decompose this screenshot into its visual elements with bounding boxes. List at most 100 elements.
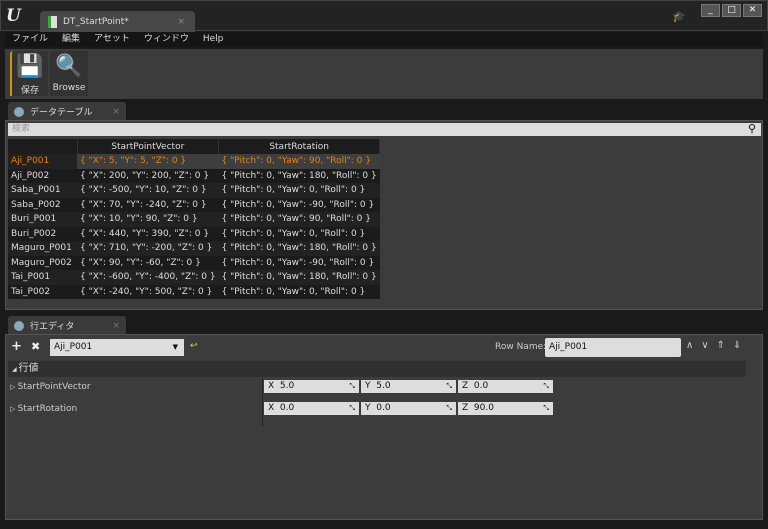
field-x[interactable]: X 0.0 ⤡ — [264, 402, 359, 415]
expand-icon[interactable]: ▷ — [10, 405, 18, 413]
start-rotation-cell: { "Pitch": 0, "Yaw": 0, "Roll": 0 } — [218, 183, 380, 198]
table-row[interactable]: Tai_P001{ "X": -600, "Y": -400, "Z": 0 }… — [8, 270, 380, 285]
column-header[interactable]: StartPointVector — [77, 139, 220, 154]
row-name-label: Row Name: — [495, 342, 547, 352]
row-select-dropdown[interactable]: Aji_P001 ▼ — [50, 339, 184, 356]
field-value: 0.0 — [376, 403, 391, 413]
info-icon — [14, 320, 24, 331]
move-up-icon[interactable]: ∧ — [686, 340, 693, 351]
row-name-cell: Buri_P002 — [8, 226, 77, 241]
data-table-icon — [48, 15, 57, 28]
reset-icon[interactable]: ↩ — [190, 341, 198, 351]
row-name-input[interactable]: Aji_P001 — [545, 338, 681, 357]
menu-edit[interactable]: 編集 — [55, 32, 87, 47]
property-label: StartPointVector — [17, 382, 91, 392]
row-name-cell: Tai_P002 — [8, 284, 77, 299]
menu-asset[interactable]: アセット — [87, 32, 137, 47]
menu-window[interactable]: ウィンドウ — [137, 32, 196, 47]
row-name-cell: Tai_P001 — [8, 270, 77, 285]
drag-handle-icon[interactable]: ⤡ — [349, 380, 355, 393]
table-row[interactable]: Buri_P002{ "X": 440, "Y": 390, "Z": 0 }{… — [8, 226, 380, 241]
drag-handle-icon[interactable]: ⤡ — [349, 402, 355, 415]
tab-row-editor[interactable]: 行エディタ × — [8, 316, 126, 335]
learn-icon[interactable]: 🎓 — [672, 10, 686, 23]
document-tab[interactable]: DT_StartPoint* × — [40, 11, 195, 32]
start-point-vector-cell: { "X": -600, "Y": -400, "Z": 0 } — [77, 270, 219, 285]
start-rotation-cell: { "Pitch": 0, "Yaw": 180, "Roll": 0 } — [218, 270, 380, 285]
menu-file[interactable]: ファイル — [5, 32, 55, 47]
start-point-vector-cell: { "X": 710, "Y": -200, "Z": 0 } — [77, 241, 219, 256]
data-table: StartPointVector StartRotation Aji_P001{… — [8, 139, 381, 299]
field-x[interactable]: X 5.0 ⤡ — [264, 380, 359, 393]
row-name-cell: Maguro_P001 — [8, 241, 77, 256]
drag-handle-icon[interactable]: ⤡ — [543, 402, 549, 415]
save-label: 保存 — [20, 86, 39, 96]
start-point-vector-cell: { "X": 200, "Y": 200, "Z": 0 } — [77, 168, 219, 183]
expand-icon[interactable]: ▷ — [10, 383, 18, 391]
row-name-cell: Buri_P001 — [8, 212, 77, 227]
field-value: 90.0 — [473, 403, 494, 413]
field-y[interactable]: Y 0.0 ⤡ — [361, 402, 456, 415]
remove-row-icon[interactable]: ✖ — [31, 340, 40, 353]
start-point-vector-cell: { "X": 5, "Y": 5, "Z": 0 } — [77, 154, 219, 169]
column-splitter[interactable] — [262, 378, 263, 426]
table-row[interactable]: Maguro_P001{ "X": 710, "Y": -200, "Z": 0… — [8, 241, 380, 256]
row-name-cell: Saba_P001 — [8, 183, 77, 198]
save-button[interactable]: 💾 保存 — [10, 51, 48, 96]
tab-data-table[interactable]: データテーブル × — [8, 102, 126, 121]
move-down-icon[interactable]: ∨ — [701, 340, 708, 351]
close-tab-icon[interactable]: × — [112, 321, 120, 331]
browse-button[interactable]: 🔍 Browse — [50, 51, 88, 96]
toolbar: 💾 保存 🔍 Browse — [5, 49, 763, 99]
drag-handle-icon[interactable]: ⤡ — [446, 402, 452, 415]
search-icon[interactable]: ⚲ — [748, 122, 756, 135]
axis-label: Z — [462, 403, 469, 413]
drag-handle-icon[interactable]: ⤡ — [543, 380, 549, 393]
start-rotation-cell: { "Pitch": 0, "Yaw": 90, "Roll": 0 } — [218, 212, 380, 227]
property-label: StartRotation — [17, 404, 78, 414]
table-row[interactable]: Saba_P002{ "X": 70, "Y": -240, "Z": 0 }{… — [8, 197, 380, 212]
add-row-icon[interactable]: + — [11, 339, 22, 354]
field-z[interactable]: Z 0.0 ⤡ — [458, 380, 553, 393]
document-tab-title: DT_StartPoint* — [63, 16, 129, 27]
info-icon — [14, 106, 24, 117]
search-icon: 🔍 — [55, 54, 83, 79]
table-row[interactable]: Aji_P001{ "X": 5, "Y": 5, "Z": 0 }{ "Pit… — [8, 154, 380, 169]
menu-bar: ファイル 編集 アセット ウィンドウ Help — [5, 32, 763, 47]
table-row[interactable]: Aji_P002{ "X": 200, "Y": 200, "Z": 0 }{ … — [8, 168, 380, 183]
save-icon: 💾 — [16, 54, 44, 79]
table-row[interactable]: Buri_P001{ "X": 10, "Y": 90, "Z": 0 }{ "… — [8, 212, 380, 227]
close-button[interactable]: ✕ — [743, 4, 762, 17]
table-row[interactable]: Saba_P001{ "X": -500, "Y": 10, "Z": 0 }{… — [8, 183, 380, 198]
row-select-value: Aji_P001 — [54, 342, 93, 352]
field-value: 0.0 — [473, 381, 489, 391]
close-tab-icon[interactable]: × — [177, 17, 185, 27]
unreal-logo: U — [6, 6, 21, 26]
field-y[interactable]: Y 5.0 ⤡ — [361, 380, 456, 393]
browse-label: Browse — [52, 83, 86, 93]
property-row-StartPointVector[interactable]: ▷ StartPointVector — [10, 382, 91, 392]
menu-help[interactable]: Help — [196, 32, 231, 47]
drag-handle-icon[interactable]: ⤡ — [446, 380, 452, 393]
table-row[interactable]: Maguro_P002{ "X": 90, "Y": -60, "Z": 0 }… — [8, 255, 380, 270]
minimize-button[interactable]: _ — [701, 4, 720, 17]
row-values-header[interactable]: ◢ 行値 — [8, 361, 746, 377]
start-point-vector-cell: { "X": 90, "Y": -60, "Z": 0 } — [77, 255, 219, 270]
column-header[interactable] — [8, 139, 78, 154]
section-title: 行値 — [18, 363, 39, 374]
maximize-button[interactable]: □ — [722, 4, 741, 17]
move-top-icon[interactable]: ⇑ — [717, 340, 725, 351]
axis-label: X — [268, 403, 275, 413]
row-name-cell: Aji_P002 — [8, 168, 77, 183]
property-row-StartRotation[interactable]: ▷ StartRotation — [10, 404, 77, 414]
close-tab-icon[interactable]: × — [112, 107, 120, 117]
table-row[interactable]: Tai_P002{ "X": -240, "Y": 500, "Z": 0 }{… — [8, 284, 380, 299]
row-name-cell: Saba_P002 — [8, 197, 77, 212]
row-name-cell: Maguro_P002 — [8, 255, 77, 270]
field-z[interactable]: Z 90.0 ⤡ — [458, 402, 553, 415]
move-bottom-icon[interactable]: ⇓ — [733, 340, 741, 351]
start-point-vector-cell: { "X": 440, "Y": 390, "Z": 0 } — [77, 226, 219, 241]
column-header[interactable]: StartRotation — [218, 139, 381, 154]
search-input[interactable]: 検索 — [8, 123, 761, 136]
row-name-cell: Aji_P001 — [8, 154, 77, 169]
